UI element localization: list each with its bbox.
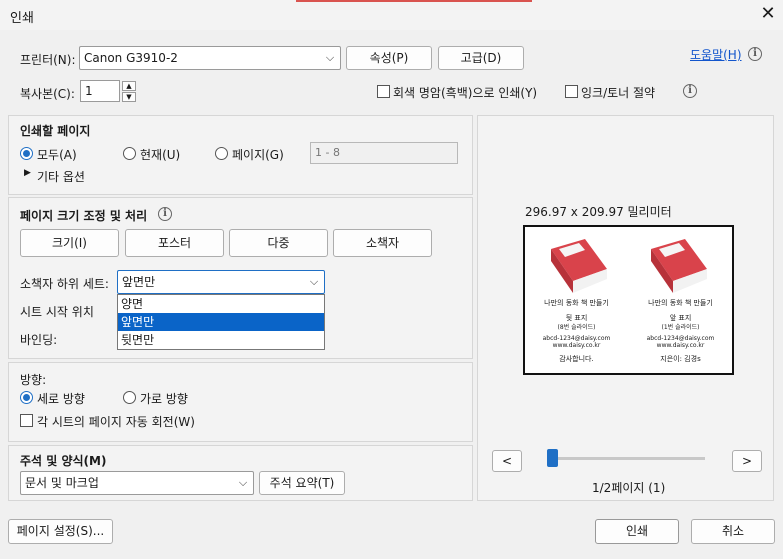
printer-label: 프린터(N): <box>20 53 76 67</box>
title-bar <box>0 0 783 30</box>
book-icon <box>651 239 707 293</box>
grayscale-checkbox[interactable] <box>377 85 390 98</box>
subset-option-back[interactable]: 뒷면만 <box>118 331 324 349</box>
copies-down-icon[interactable]: ▼ <box>122 92 136 102</box>
pages-range-radio[interactable] <box>215 147 228 160</box>
save-ink-info-icon[interactable]: i <box>683 84 697 98</box>
subset-option-front[interactable]: 앞면만 <box>118 313 324 331</box>
auto-rotate-label: 각 시트의 페이지 자동 회전(W) <box>37 415 195 429</box>
poster-button[interactable]: 포스터 <box>125 229 224 257</box>
preview-slider-thumb[interactable] <box>547 449 558 467</box>
preview-right-sub4: www.daisy.co.kr <box>656 342 705 349</box>
expand-triangle-icon[interactable]: ▶ <box>24 168 31 178</box>
booklet-subset-select[interactable]: 앞면만 ⌵ <box>117 270 325 294</box>
grayscale-label: 회색 명암(흑백)으로 인쇄(Y) <box>393 86 538 100</box>
window-title: 인쇄 <box>10 11 34 26</box>
save-ink-checkbox[interactable] <box>565 85 578 98</box>
landscape-radio[interactable] <box>123 391 136 404</box>
print-button[interactable]: 인쇄 <box>595 519 679 544</box>
properties-button[interactable]: 속성(P) <box>346 46 432 70</box>
landscape-label: 가로 방향 <box>140 392 188 406</box>
preview-page-right: 나만의 동화 책 만들기 앞 표지 (1번 슬라이드) abcd-1234@da… <box>629 227 732 373</box>
printer-selected: Canon G3910-2 <box>84 51 178 65</box>
comments-summary-button[interactable]: 주석 요약(T) <box>259 471 345 495</box>
chevron-down-icon: ⌵ <box>325 51 335 64</box>
portrait-label: 세로 방향 <box>37 392 85 406</box>
preview-slider-track[interactable] <box>552 457 705 460</box>
page-sizing-info-icon[interactable]: i <box>158 207 172 221</box>
comments-heading: 주석 및 양식(M) <box>20 454 107 468</box>
booklet-subset-dropdown: 양면 앞면만 뒷면만 <box>117 294 325 350</box>
title-accent-line <box>296 0 532 2</box>
copies-input[interactable]: 1 <box>80 80 120 102</box>
preview-page-indicator: 1/2페이지 (1) <box>592 481 666 495</box>
more-options-link[interactable]: 기타 옵션 <box>37 168 85 185</box>
page-setup-button[interactable]: 페이지 설정(S)... <box>8 519 113 544</box>
chevron-down-icon: ⌵ <box>309 275 319 288</box>
booklet-subset-selected: 앞면만 <box>122 275 156 289</box>
preview-left-sub3: abcd-1234@daisy.com <box>542 335 611 342</box>
preview-dimensions: 296.97 x 209.97 밀리미터 <box>525 205 672 219</box>
pages-range-input[interactable]: 1 - 8 <box>310 142 458 164</box>
pages-all-radio[interactable] <box>20 147 33 160</box>
comments-select[interactable]: 문서 및 마크업 ⌵ <box>20 471 254 495</box>
preview-right-closing: 지은이: 김경s <box>660 355 701 363</box>
pages-all-label: 모두(A) <box>37 148 77 162</box>
book-icon <box>551 239 607 293</box>
preview-right-title: 나만의 동화 책 만들기 <box>648 299 713 307</box>
chevron-down-icon: ⌵ <box>238 476 248 489</box>
booklet-button[interactable]: 소책자 <box>333 229 432 257</box>
pages-range-label: 페이지(G) <box>232 148 284 162</box>
help-link[interactable]: 도움말(H) <box>690 46 742 63</box>
preview-sheet: 나만의 동화 책 만들기 뒷 표지 (8번 슬라이드) abcd-1234@da… <box>523 225 734 375</box>
orientation-heading: 방향: <box>20 373 47 387</box>
comments-selected: 문서 및 마크업 <box>25 476 99 490</box>
preview-left-closing: 감사합니다. <box>559 355 594 363</box>
pages-current-radio[interactable] <box>123 147 136 160</box>
preview-next-button[interactable]: > <box>732 450 762 472</box>
advanced-button[interactable]: 고급(D) <box>438 46 524 70</box>
save-ink-label: 잉크/토너 절약 <box>581 86 656 100</box>
pages-heading: 인쇄할 페이지 <box>20 124 91 138</box>
size-button[interactable]: 크기(I) <box>20 229 119 257</box>
page-sizing-heading: 페이지 크기 조정 및 처리 <box>20 209 148 223</box>
cancel-button[interactable]: 취소 <box>691 519 775 544</box>
copies-label: 복사본(C): <box>20 87 75 101</box>
printer-select[interactable]: Canon G3910-2 ⌵ <box>79 46 341 70</box>
copies-up-icon[interactable]: ▲ <box>122 81 136 91</box>
help-info-icon[interactable]: i <box>748 47 762 61</box>
multiple-button[interactable]: 다중 <box>229 229 328 257</box>
binding-label: 바인딩: <box>20 333 58 347</box>
preview-left-sub4: www.daisy.co.kr <box>552 342 601 349</box>
auto-rotate-checkbox[interactable] <box>20 414 33 427</box>
preview-right-sub3: abcd-1234@daisy.com <box>646 335 715 342</box>
preview-left-title: 나만의 동화 책 만들기 <box>544 299 609 307</box>
portrait-radio[interactable] <box>20 391 33 404</box>
preview-page-left: 나만의 동화 책 만들기 뒷 표지 (8번 슬라이드) abcd-1234@da… <box>525 227 628 373</box>
preview-prev-button[interactable]: < <box>492 450 522 472</box>
booklet-subset-label: 소책자 하위 세트: <box>20 277 109 291</box>
close-icon[interactable]: ✕ <box>758 4 778 24</box>
subset-option-both[interactable]: 양면 <box>118 295 324 313</box>
pages-current-label: 현재(U) <box>140 148 181 162</box>
sheet-start-label: 시트 시작 위치 <box>20 305 94 319</box>
preview-left-sub2: (8번 슬라이드) <box>557 324 596 331</box>
preview-right-sub2: (1번 슬라이드) <box>661 324 700 331</box>
